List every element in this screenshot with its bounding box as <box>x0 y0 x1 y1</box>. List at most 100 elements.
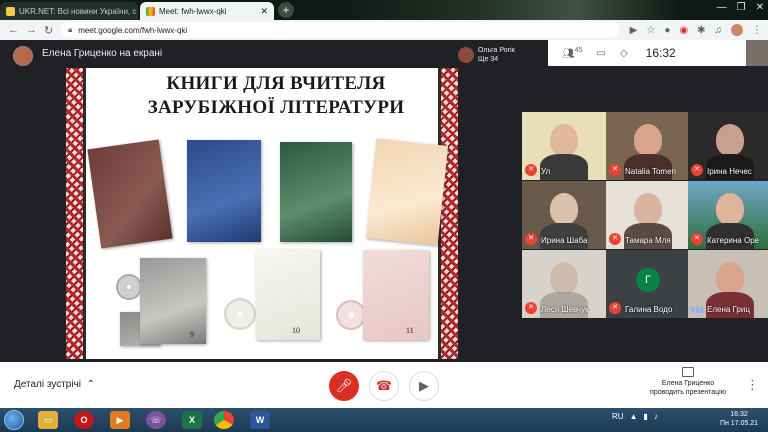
screen: UKR.NET: Всі новини України, с ✕ Meet: f… <box>0 0 768 432</box>
mic-off-icon: 🎤︎ <box>335 378 353 393</box>
pinned-name: Ольга Рогік <box>478 47 515 54</box>
book-cover-4 <box>365 138 449 246</box>
mic-off-icon: ✕ <box>525 164 537 176</box>
back-icon[interactable]: ← <box>8 24 19 36</box>
word-icon[interactable]: W <box>250 411 270 429</box>
close-window-button[interactable]: ✕ <box>756 2 764 13</box>
participant-name: Natalia Tomen <box>625 167 676 176</box>
participants-button[interactable]: 👥︎45 <box>562 47 583 59</box>
participant-tile[interactable]: ✕ Леся Шевчук <box>522 250 606 318</box>
chrome-icon[interactable] <box>214 411 234 429</box>
cd-disc-1 <box>116 274 142 300</box>
lock-icon: 🔒︎ <box>68 25 73 34</box>
meet-favicon-icon <box>146 6 155 16</box>
camera-permission-icon[interactable]: ▶ <box>630 25 638 36</box>
participant-tile[interactable]: ✕ Ірина Нечес <box>688 112 768 180</box>
book-cover-grade-10 <box>256 250 320 340</box>
participant-tile[interactable]: ✕ Ул <box>522 112 606 180</box>
menu-kebab-icon[interactable]: ⋮ <box>752 25 762 36</box>
tab-meet[interactable]: Meet: fwh-lwwx-qki ✕ <box>140 2 274 20</box>
maximize-button[interactable]: ❐ <box>737 2 746 13</box>
camera-toggle-button[interactable]: ▶ <box>409 371 439 401</box>
close-icon[interactable]: ✕ <box>260 6 268 17</box>
meet-top-controls: 👥︎45 ▭ ◇ 16:32 <box>548 40 768 66</box>
star-icon[interactable]: ☆ <box>646 25 655 36</box>
participant-tile[interactable]: Г ✕ Галина Водо <box>606 250 690 318</box>
mic-off-icon: ✕ <box>609 164 621 176</box>
slide-title-line-1: КНИГИ ДЛЯ ВЧИТЕЛЯ <box>166 73 386 94</box>
participant-tile[interactable]: ✕ Катерина Оре <box>688 181 768 249</box>
chat-icon[interactable]: ▭ <box>597 48 606 59</box>
book-cover-grade-9 <box>140 258 206 344</box>
pinned-avatar <box>458 47 474 63</box>
opera-icon[interactable]: O <box>74 411 94 429</box>
system-tray: RU ▲ ▮ ♪ <box>612 412 658 421</box>
more-options-kebab-icon[interactable]: ⋮ <box>746 377 759 393</box>
new-tab-button[interactable]: + <box>278 2 294 18</box>
system-clock[interactable]: 16:32 Пн 17.05.21 <box>714 410 764 428</box>
book-cover-1 <box>87 139 173 249</box>
grade-9-label: 9 <box>190 330 194 339</box>
activities-icon[interactable]: ◇ <box>620 48 628 59</box>
book-cover-grade-11 <box>363 250 429 340</box>
presenting-now-button[interactable]: Елена Гриценко проводить презентацію <box>636 367 740 397</box>
participant-video <box>634 124 662 156</box>
minimize-button[interactable]: — <box>717 2 727 13</box>
tab-ukrnet[interactable]: UKR.NET: Всі новини України, с ✕ <box>0 2 138 20</box>
chevron-up-icon: ⌃ <box>83 379 95 390</box>
participant-video <box>716 193 744 225</box>
participant-name: Леся Шевчук <box>541 305 589 314</box>
slide-title: КНИГИ ДЛЯ ВЧИТЕЛЯ ЗАРУБІЖНОЇ ЛІТЕРАТУРИ <box>126 72 426 120</box>
presentation-slide: КНИГИ ДЛЯ ВЧИТЕЛЯ ЗАРУБІЖНОЇ ЛІТЕРАТУРИ … <box>66 68 458 359</box>
reload-icon[interactable]: ↻ <box>44 24 53 37</box>
window-controls: — ❐ ✕ <box>717 2 764 13</box>
system-date: Пн 17.05.21 <box>719 420 759 427</box>
present-screen-icon <box>682 367 694 377</box>
presenter-avatar <box>13 46 33 66</box>
extension-icons: ▶ ☆ ● ◉ ✱ ♫ ⋮ <box>630 24 762 36</box>
media-control-icon[interactable]: ♫ <box>715 25 723 36</box>
meeting-clock: 16:32 <box>645 46 676 60</box>
profile-avatar[interactable] <box>731 24 743 36</box>
tray-chevron-icon[interactable]: ▲ <box>630 412 638 421</box>
windows-start-button[interactable] <box>4 410 24 430</box>
grade-11-label: 11 <box>406 326 414 335</box>
participant-tile[interactable]: ✕ Тамара Мля <box>606 181 690 249</box>
meeting-details-button[interactable]: Деталі зустрічі ⌃ <box>14 379 95 390</box>
mic-off-icon: ✕ <box>609 233 621 245</box>
participant-name: Ірина Нечес <box>707 167 752 176</box>
cd-disc-2 <box>224 298 256 330</box>
presenting-status: проводить презентацію <box>650 389 726 396</box>
tab-label: Meet: fwh-lwwx-qki <box>159 6 227 16</box>
speaking-indicator-icon: ▮▮▮ <box>691 305 705 314</box>
url-field[interactable]: 🔒︎ meet.google.com/fwh-lwwx-qki <box>60 22 620 38</box>
mic-off-icon: ✕ <box>691 164 703 176</box>
microphone-toggle-button[interactable]: 🎤︎ <box>329 371 359 401</box>
participant-video <box>550 262 578 294</box>
media-player-icon[interactable]: ▶ <box>110 411 130 429</box>
participant-tile[interactable]: ▮▮▮ Елена Гриц <box>688 250 768 318</box>
self-view-thumbnail[interactable] <box>746 40 768 66</box>
participant-tile[interactable]: ✕ Ирина Шаба <box>522 181 606 249</box>
pinned-participant[interactable]: Ольга Рогік Ще 34 <box>458 42 548 68</box>
embroidery-border-right <box>438 68 458 359</box>
mic-off-icon: ✕ <box>525 302 537 314</box>
language-indicator[interactable]: RU <box>612 412 624 421</box>
excel-icon[interactable]: X <box>182 411 202 429</box>
viber-icon[interactable]: ☏ <box>146 411 166 429</box>
embroidery-border-left <box>66 68 86 359</box>
pinned-status: Ще 34 <box>478 56 499 63</box>
network-icon[interactable]: ▮ <box>643 412 647 421</box>
address-bar: ← → ↻ 🔒︎ meet.google.com/fwh-lwwx-qki ▶ … <box>0 20 768 40</box>
leave-call-button[interactable]: ☎︎ <box>369 371 399 401</box>
forward-icon[interactable]: → <box>26 24 37 36</box>
url-text: meet.google.com/fwh-lwwx-qki <box>78 25 188 35</box>
adblock-icon[interactable]: ◉ <box>679 25 688 36</box>
presenting-name: Елена Гриценко <box>661 380 715 387</box>
meet-extension-icon[interactable]: ● <box>664 25 670 36</box>
puzzle-extensions-icon[interactable]: ✱ <box>697 25 705 36</box>
volume-icon[interactable]: ♪ <box>654 412 658 421</box>
participant-tile[interactable]: ✕ Natalia Tomen <box>606 112 690 180</box>
file-explorer-icon[interactable]: ▭ <box>38 411 58 429</box>
grade-10-label: 10 <box>292 326 300 335</box>
